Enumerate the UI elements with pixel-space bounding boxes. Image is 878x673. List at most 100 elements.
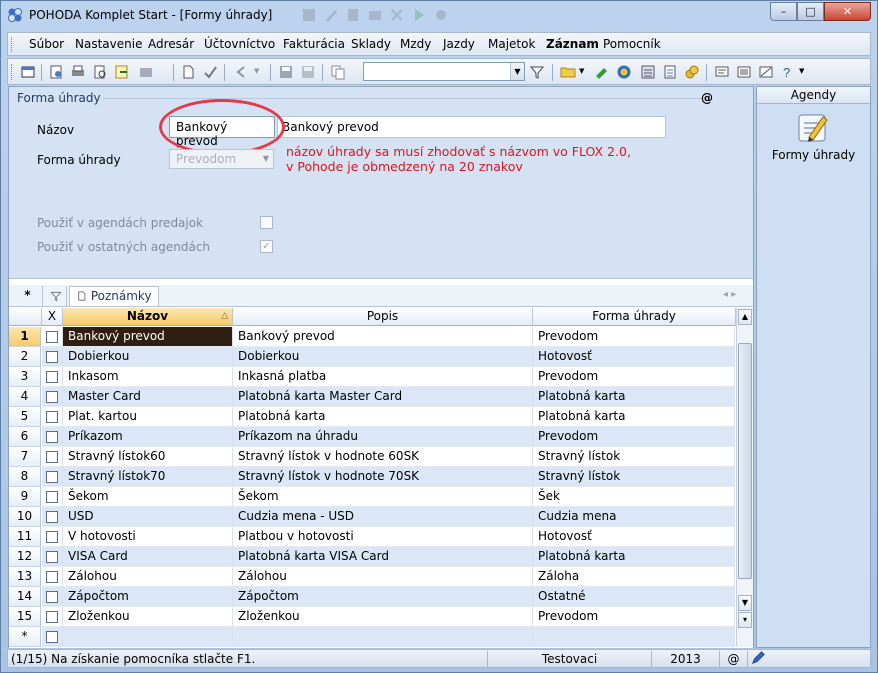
row-select-cell[interactable] — [42, 347, 63, 367]
row-number[interactable]: 6 — [9, 427, 41, 447]
row-number[interactable]: 4 — [9, 387, 41, 407]
message-icon[interactable] — [714, 64, 730, 80]
cell-description[interactable]: Zálohou — [233, 567, 533, 587]
row-select-cell[interactable] — [42, 367, 63, 387]
row-select-cell[interactable] — [42, 587, 63, 607]
table-row[interactable]: 4 Master Card Platobná karta Master Card Pl… — [9, 387, 735, 407]
row-checkbox[interactable] — [46, 571, 58, 583]
table-row[interactable]: 12 VISA Card Platobná karta VISA Card Plato… — [9, 547, 735, 567]
save-disabled-icon[interactable] — [300, 64, 316, 80]
open-icon[interactable] — [48, 64, 64, 80]
row-number[interactable]: 9 — [9, 487, 41, 507]
vertical-scrollbar[interactable]: ▲ ▼ ▾ — [736, 308, 753, 647]
cell-name[interactable]: V hotovosti — [63, 527, 233, 547]
quick-run-icon[interactable] — [411, 7, 427, 23]
row-number[interactable]: 14 — [9, 587, 41, 607]
cell-name[interactable]: Zloženkou — [63, 607, 233, 627]
edit-icon[interactable] — [594, 64, 610, 80]
agenda-item-payment-forms[interactable]: Formy úhrady — [757, 148, 870, 162]
scroll-up-area[interactable] — [738, 326, 752, 342]
cell-payment-form[interactable]: Platobná karta — [533, 387, 735, 407]
cell-description[interactable]: Stravný lístok v hodnote 60SK — [233, 447, 533, 467]
row-checkbox[interactable] — [46, 411, 58, 423]
menu-pomocnik[interactable]: Pomocník — [603, 37, 661, 51]
table-row[interactable]: 5 Plat. kartou Platobná karta Platobná kart… — [9, 407, 735, 427]
report-icon[interactable] — [758, 64, 774, 80]
close-button[interactable]: ✕ — [824, 2, 871, 21]
payment-forms-icon[interactable] — [795, 111, 831, 145]
menu-uctovnictvo[interactable]: Účtovníctvo — [204, 37, 275, 51]
description-input[interactable]: Bankový prevod — [277, 116, 666, 138]
row-checkbox[interactable] — [46, 391, 58, 403]
folder-dropdown-icon[interactable]: ▼ — [579, 67, 584, 75]
scroll-down-icon[interactable]: ▾ — [738, 612, 752, 628]
row-checkbox[interactable] — [46, 451, 58, 463]
row-checkbox[interactable] — [46, 531, 58, 543]
check-icon[interactable] — [202, 64, 218, 80]
cell-description[interactable]: Zloženkou — [233, 607, 533, 627]
quick-tool-icon[interactable] — [433, 7, 449, 23]
row-select-cell[interactable] — [42, 407, 63, 427]
row-select-cell[interactable] — [42, 327, 63, 347]
window-icon[interactable] — [20, 64, 36, 80]
row-select-cell[interactable] — [42, 547, 63, 567]
report-disabled-icon[interactable] — [138, 64, 154, 80]
tab-scroll-arrows[interactable]: ◂ ▸ — [723, 286, 736, 306]
chevron-down-icon[interactable]: ▼ — [510, 63, 524, 80]
quick-edit-icon[interactable] — [323, 7, 339, 23]
menu-jazdy[interactable]: Jazdy — [443, 37, 475, 51]
row-checkbox[interactable] — [46, 611, 58, 623]
row-checkbox[interactable] — [46, 471, 58, 483]
cell-description[interactable]: Zápočtom — [233, 587, 533, 607]
back-icon[interactable] — [234, 64, 250, 80]
table-row[interactable]: 7 Stravný lístok60 Stravný lístok v hodnot… — [9, 447, 735, 467]
row-number[interactable]: 11 — [9, 527, 41, 547]
chevron-down-icon[interactable]: ▼ — [259, 150, 273, 168]
cell-name[interactable]: Dobierkou — [63, 347, 233, 367]
email-at-icon[interactable]: @ — [701, 91, 713, 105]
row-checkbox[interactable] — [46, 331, 58, 343]
header-name[interactable]: Názov △ — [63, 308, 233, 326]
row-checkbox[interactable] — [46, 351, 58, 363]
table-row[interactable]: 10 USD Cudzia mena - USD Cudzia mena — [9, 507, 735, 527]
row-number[interactable]: 12 — [9, 547, 41, 567]
header-description[interactable]: Popis — [233, 308, 533, 326]
row-select-cell[interactable] — [42, 447, 63, 467]
cell-name[interactable]: Zálohou — [63, 567, 233, 587]
help-dropdown-icon[interactable]: ▼ — [799, 67, 804, 75]
table-row[interactable]: 11 V hotovosti Platbou v hotovosti Hotovosť — [9, 527, 735, 547]
table-row[interactable]: 2 Dobierkou Dobierkou Hotovosť — [9, 347, 735, 367]
cell-payment-form[interactable]: Cudzia mena — [533, 507, 735, 527]
cell-description[interactable]: Cudzia mena - USD — [233, 507, 533, 527]
document-icon[interactable] — [180, 64, 196, 80]
cell-description[interactable]: Šekom — [233, 487, 533, 507]
table-row[interactable]: 13 Zálohou Zálohou Záloha — [9, 567, 735, 587]
scroll-thumb[interactable] — [738, 343, 752, 579]
quick-delete-icon[interactable] — [389, 7, 405, 23]
use-in-sales-checkbox[interactable] — [260, 216, 273, 229]
menu-sklady[interactable]: Sklady — [351, 37, 391, 51]
cell-payment-form[interactable]: Platobná karta — [533, 407, 735, 427]
save-icon[interactable] — [278, 64, 294, 80]
row-number[interactable]: 5 — [9, 407, 41, 427]
row-number[interactable]: 1 — [9, 327, 41, 347]
row-select-cell[interactable] — [42, 507, 63, 527]
quick-report-icon[interactable] — [367, 7, 383, 23]
cell-payment-form[interactable]: Prevodom — [533, 327, 735, 347]
cell-description[interactable]: Inkasná platba — [233, 367, 533, 387]
cell-payment-form[interactable]: Prevodom — [533, 607, 735, 627]
row-number[interactable]: 15 — [9, 607, 41, 627]
row-number[interactable]: 7 — [9, 447, 41, 467]
row-checkbox[interactable] — [46, 591, 58, 603]
menu-adresar[interactable]: Adresár — [148, 37, 194, 51]
table-row[interactable]: 15 Zloženkou Zloženkou Prevodom — [9, 607, 735, 627]
help-icon[interactable]: ? — [780, 64, 796, 80]
cell-payment-form[interactable]: Záloha — [533, 567, 735, 587]
cell-name[interactable]: Stravný lístok70 — [63, 467, 233, 487]
table-row[interactable]: 6 Príkazom Príkazom na úhradu Prevodom — [9, 427, 735, 447]
cell-name[interactable]: Príkazom — [63, 427, 233, 447]
cell-description[interactable] — [233, 627, 533, 647]
folder-icon[interactable] — [560, 64, 576, 80]
row-select-cell[interactable] — [42, 567, 63, 587]
row-checkbox[interactable] — [46, 431, 58, 443]
